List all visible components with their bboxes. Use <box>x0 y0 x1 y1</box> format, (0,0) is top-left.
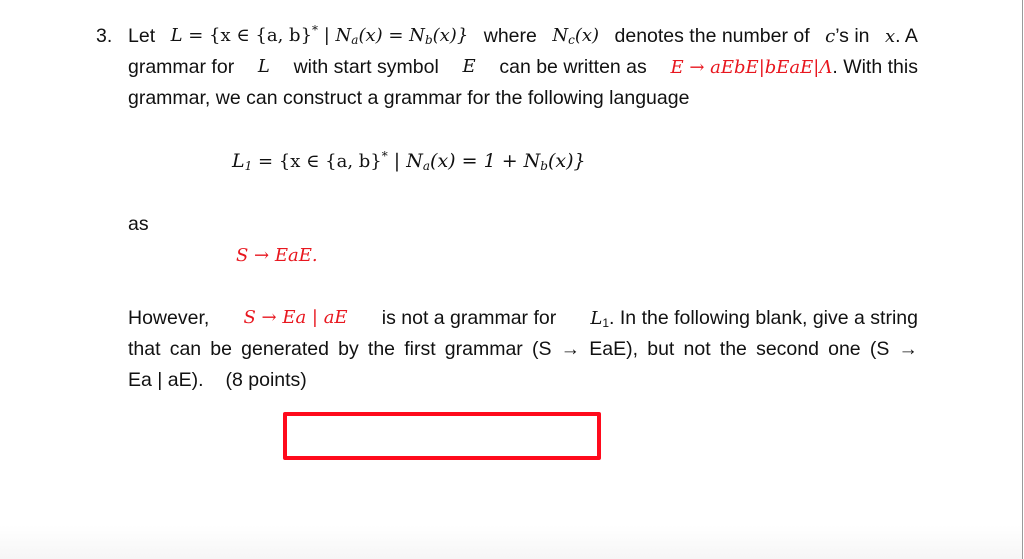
symbol-E: E <box>462 56 476 77</box>
text-where: where <box>483 25 537 47</box>
text-x-end: x. A <box>885 25 918 47</box>
grammar-S-EaE: S → EaE. <box>236 245 318 266</box>
symbol-L1: L1. In the following blank, give a strin… <box>590 307 918 330</box>
language-L-definition: L = {x ∈ {a, b}* | Na(x) = Nb(x)} <box>170 23 469 47</box>
language-L1-definition: L1 = {x ∈ {a, b}* | Na(x) = 1 + Nb(x)} <box>232 149 586 173</box>
text-grammar-for: grammar for <box>128 56 235 78</box>
text-can-be-written: can be written as <box>499 56 647 78</box>
question-number: 3. <box>96 25 113 47</box>
paragraph-2-line-2: that can be generated by the first gramm… <box>128 338 918 360</box>
text-however: However, <box>128 307 210 329</box>
question-line-1: Let L = {x ∈ {a, b}* | Na(x) = Nb(x)} wh… <box>128 24 918 49</box>
text-cs: c’s in <box>825 25 870 47</box>
text-denotes: denotes the number of <box>614 25 810 47</box>
text-as: as <box>128 213 149 235</box>
paragraph-2-line-1: However, S → Ea | aE is not a grammar fo… <box>128 306 918 331</box>
document-page: 3. Let L = {x ∈ {a, b}* | Na(x) = Nb(x)}… <box>0 0 1023 559</box>
text-let: Let <box>128 25 156 47</box>
text-start-symbol: with start symbol <box>293 56 439 78</box>
question-line-2: grammar for L with start symbol E can be… <box>128 55 918 80</box>
grammar-S-Ea-aE: S → Ea | aE <box>243 307 348 328</box>
symbol-L: L <box>257 56 270 77</box>
paragraph-2-line-3: Ea | aE). (8 points) <box>128 369 307 391</box>
points-label: (8 points) <box>225 369 307 391</box>
grammar-E-production: E → aEbE|bEaE|Λ. With this <box>670 56 918 78</box>
question-line-3: grammar, we can construct a grammar for … <box>128 87 690 109</box>
answer-blank-box[interactable] <box>283 412 601 460</box>
text-not-a-grammar: is not a grammar for <box>381 307 557 329</box>
count-function-Nc: Nc(x) <box>552 25 600 47</box>
